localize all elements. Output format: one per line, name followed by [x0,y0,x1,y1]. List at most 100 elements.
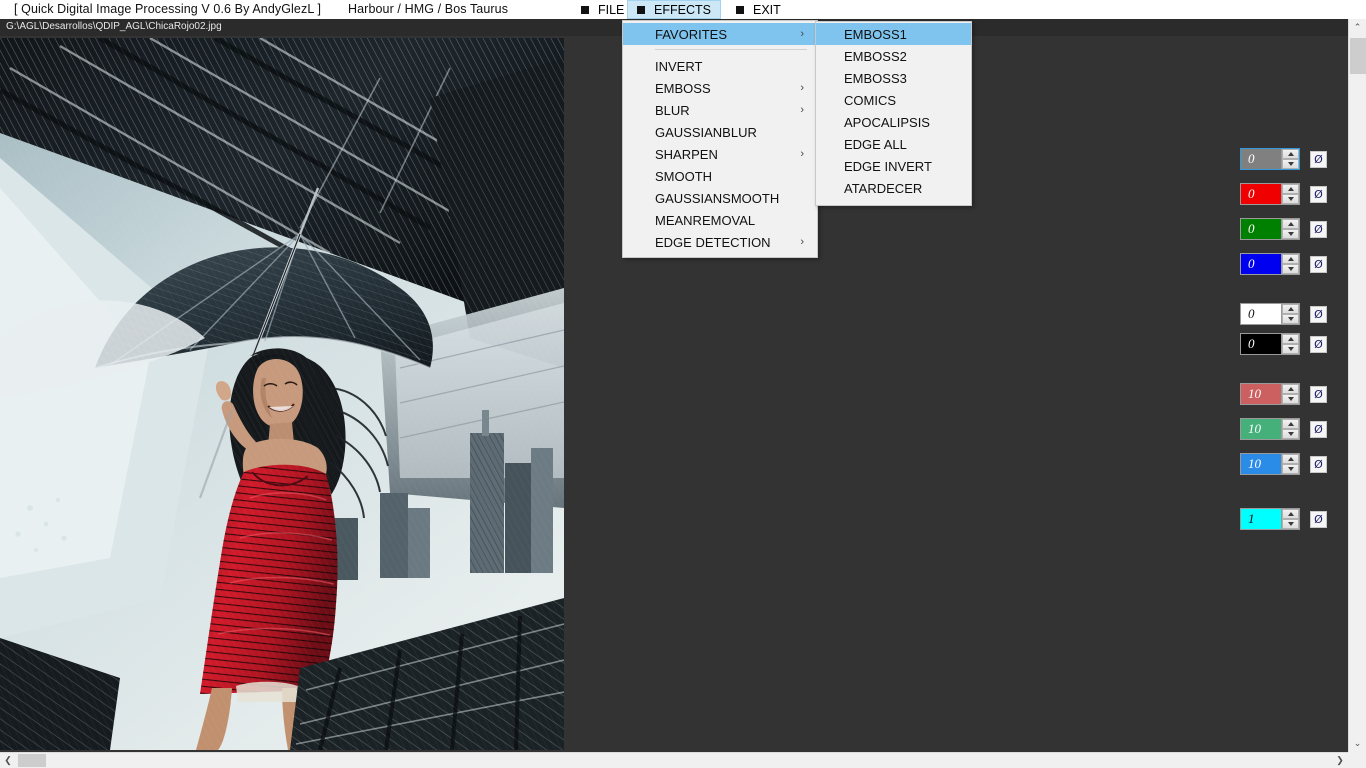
spinner-increment-gray-level[interactable] [1282,149,1299,159]
menu-separator [655,49,807,50]
spinner-black-level[interactable]: 0 [1240,333,1300,355]
reset-button-blue-level[interactable]: Ø [1310,256,1327,273]
spinner-value-white-level[interactable]: 0 [1241,304,1281,324]
favorites-menu-item-label: EMBOSS2 [844,49,907,64]
effects-menu-item-label: BLUR [655,103,690,118]
spinner-value-red-level[interactable]: 0 [1241,184,1281,204]
spinner-decrement-factor[interactable] [1282,519,1299,529]
spinner-white-level[interactable]: 0 [1240,303,1300,325]
menubar-item-effects[interactable]: EFFECTS [627,0,721,19]
vertical-scrollbar-thumb[interactable] [1350,38,1366,74]
scroll-up-arrow-icon[interactable]: ⌃ [1349,19,1366,36]
spinner-value-factor[interactable]: 1 [1241,509,1281,529]
spinner-value-blue-weight[interactable]: 10 [1241,454,1281,474]
scroll-down-arrow-icon[interactable]: ⌄ [1349,735,1366,752]
spinner-increment-green-weight[interactable] [1282,419,1299,429]
favorites-menu-item-atardecer[interactable]: ATARDECER [816,177,971,199]
menubar-item-exit-label: EXIT [753,3,781,17]
spinner-increment-red-level[interactable] [1282,184,1299,194]
spinner-red-level[interactable]: 0 [1240,183,1300,205]
effects-menu-item-edge-detection[interactable]: EDGE DETECTION› [623,231,817,253]
effects-menu-item-label: SHARPEN [655,147,718,162]
effects-menu-item-invert[interactable]: INVERT [623,55,817,77]
spinner-increment-blue-weight[interactable] [1282,454,1299,464]
favorites-menu-item-emboss1[interactable]: EMBOSS1 [816,23,971,45]
favorites-menu-item-edge-invert[interactable]: EDGE INVERT [816,155,971,177]
spinner-buttons-red-weight [1281,384,1299,404]
reset-button-gray-level[interactable]: Ø [1310,151,1327,168]
spinner-decrement-black-level[interactable] [1282,344,1299,354]
spinner-decrement-gray-level[interactable] [1282,159,1299,169]
spinner-gray-level[interactable]: 0 [1240,148,1300,170]
spinner-increment-green-level[interactable] [1282,219,1299,229]
spinner-row-blue-level: 0Ø [1240,253,1327,275]
menubar-item-file[interactable]: FILE [572,0,633,19]
spinner-increment-factor[interactable] [1282,509,1299,519]
horizontal-scrollbar-thumb[interactable] [18,754,46,767]
spinner-green-level[interactable]: 0 [1240,218,1300,240]
effects-menu-item-favorites[interactable]: FAVORITES› [623,23,817,45]
image-preview[interactable] [0,38,564,750]
spinner-decrement-green-level[interactable] [1282,229,1299,239]
favorites-menu-item-comics[interactable]: COMICS [816,89,971,111]
scroll-left-arrow-icon[interactable]: ❮ [0,753,16,768]
titlebar: [ Quick Digital Image Processing V 0.6 B… [0,0,1366,19]
spinner-decrement-green-weight[interactable] [1282,429,1299,439]
reset-button-white-level[interactable]: Ø [1310,306,1327,323]
reset-button-black-level[interactable]: Ø [1310,336,1327,353]
effects-menu-item-gaussiansmooth[interactable]: GAUSSIANSMOOTH [623,187,817,209]
effects-menu-item-gaussianblur[interactable]: GAUSSIANBLUR [623,121,817,143]
effects-menu-item-meanremoval[interactable]: MEANREMOVAL [623,209,817,231]
spinner-value-green-level[interactable]: 0 [1241,219,1281,239]
spinner-blue-level[interactable]: 0 [1240,253,1300,275]
effects-menu-item-label: INVERT [655,59,702,74]
effects-menu-item-label: GAUSSIANSMOOTH [655,191,779,206]
spinner-value-green-weight[interactable]: 10 [1241,419,1281,439]
favorites-menu-item-label: EMBOSS1 [844,27,907,42]
spinner-blue-weight[interactable]: 10 [1240,453,1300,475]
spinner-increment-blue-level[interactable] [1282,254,1299,264]
favorites-menu-item-emboss3[interactable]: EMBOSS3 [816,67,971,89]
reset-button-green-level[interactable]: Ø [1310,221,1327,238]
spinner-decrement-blue-weight[interactable] [1282,464,1299,474]
spinner-decrement-red-weight[interactable] [1282,394,1299,404]
horizontal-scrollbar[interactable]: ❮ ❯ [0,752,1348,768]
spinner-decrement-white-level[interactable] [1282,314,1299,324]
reset-button-blue-weight[interactable]: Ø [1310,456,1327,473]
effects-dropdown-menu[interactable]: FAVORITES› INVERT EMBOSS›BLUR›GAUSSIANBLUR… [622,20,818,258]
square-bullet-icon [736,6,744,14]
effects-menu-item-blur[interactable]: BLUR› [623,99,817,121]
scroll-right-arrow-icon[interactable]: ❯ [1332,753,1348,768]
spinner-factor[interactable]: 1 [1240,508,1300,530]
favorites-menu-item-emboss2[interactable]: EMBOSS2 [816,45,971,67]
menubar-item-exit[interactable]: EXIT [727,0,790,19]
effects-menu-item-label: FAVORITES [655,27,727,42]
spinner-increment-black-level[interactable] [1282,334,1299,344]
scrollbar-corner [1348,752,1366,768]
effects-menu-item-smooth[interactable]: SMOOTH [623,165,817,187]
spinner-value-blue-level[interactable]: 0 [1241,254,1281,274]
spinner-increment-white-level[interactable] [1282,304,1299,314]
spinner-value-black-level[interactable]: 0 [1241,334,1281,354]
spinner-decrement-blue-level[interactable] [1282,264,1299,274]
favorites-menu-item-label: EMBOSS3 [844,71,907,86]
effects-menu-item-emboss[interactable]: EMBOSS› [623,77,817,99]
spinner-green-weight[interactable]: 10 [1240,418,1300,440]
spinner-increment-red-weight[interactable] [1282,384,1299,394]
favorites-menu-item-apocalipsis[interactable]: APOCALIPSIS [816,111,971,133]
favorites-menu-item-edge-all[interactable]: EDGE ALL [816,133,971,155]
spinner-decrement-red-level[interactable] [1282,194,1299,204]
favorites-submenu[interactable]: EMBOSS1EMBOSS2EMBOSS3COMICSAPOCALIPSISED… [815,21,972,206]
spinner-value-gray-level[interactable]: 0 [1241,149,1281,169]
reset-button-red-level[interactable]: Ø [1310,186,1327,203]
spinner-buttons-white-level [1281,304,1299,324]
effects-menu-item-sharpen[interactable]: SHARPEN› [623,143,817,165]
reset-button-red-weight[interactable]: Ø [1310,386,1327,403]
reset-button-green-weight[interactable]: Ø [1310,421,1327,438]
spinner-row-green-weight: 10 Ø [1240,418,1327,440]
spinner-red-weight[interactable]: 10 [1240,383,1300,405]
spinner-row-green-level: 0Ø [1240,218,1327,240]
vertical-scrollbar[interactable]: ⌃ ⌄ [1348,19,1366,752]
spinner-value-red-weight[interactable]: 10 [1241,384,1281,404]
reset-button-factor[interactable]: Ø [1310,511,1327,528]
